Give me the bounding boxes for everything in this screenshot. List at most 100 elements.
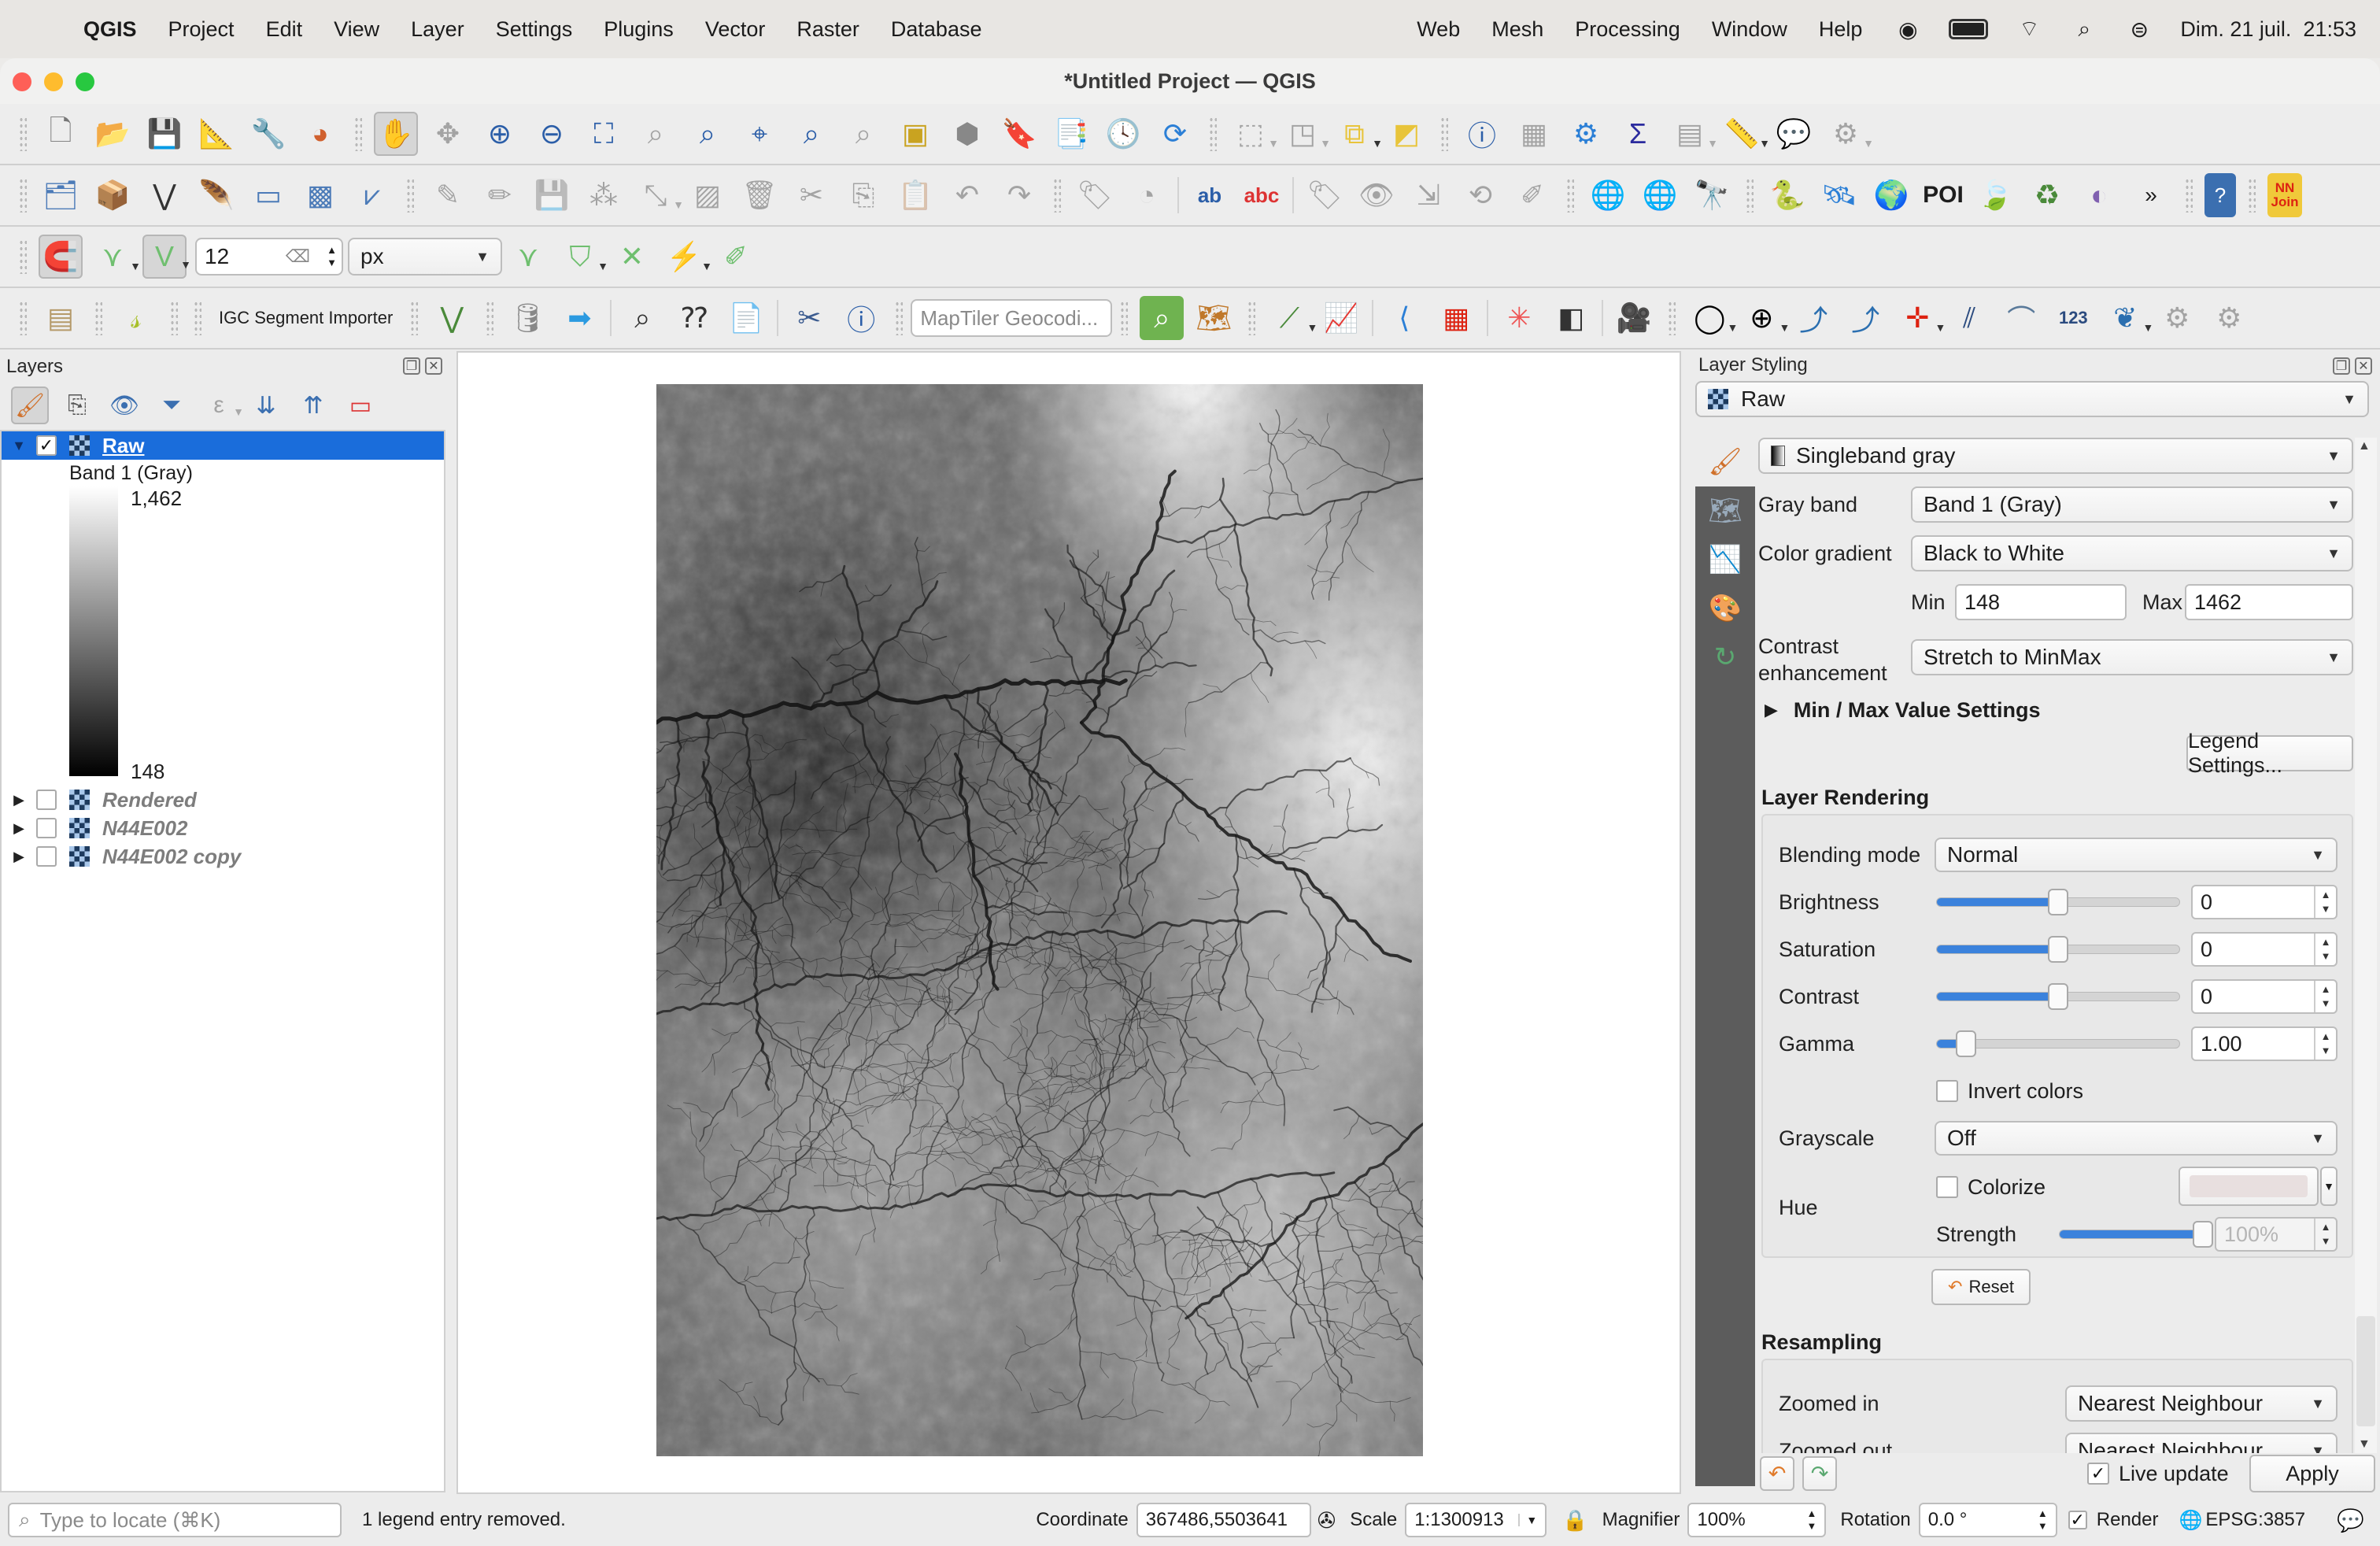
styling-vertical-scrollbar[interactable]: ▲ ▼ bbox=[2355, 438, 2377, 1453]
spin-arrows[interactable]: ▲ ▼ bbox=[2314, 886, 2336, 918]
crs-globe-icon[interactable]: 🌐 bbox=[2179, 1509, 2202, 1532]
select-by-value-icon[interactable]: ◳ ▼ bbox=[1281, 112, 1331, 156]
layer-visibility-checkbox[interactable] bbox=[36, 790, 57, 810]
battery-icon[interactable] bbox=[1949, 19, 1989, 39]
spin-arrows[interactable]: ▲ ▼ bbox=[2314, 1028, 2336, 1060]
spin-arrows[interactable]: ▲ ▼ bbox=[2314, 981, 2336, 1012]
cut-features-icon[interactable]: ✂ bbox=[789, 173, 833, 217]
zoom-full-icon[interactable]: ⛶ bbox=[582, 112, 626, 156]
current-edits-icon[interactable]: ✎ bbox=[426, 173, 470, 217]
add-feature-icon[interactable]: ⁂ bbox=[582, 173, 626, 217]
angle-tool-icon[interactable]: ⟨ bbox=[1382, 296, 1426, 340]
add-group-icon[interactable]: ⎘ bbox=[58, 386, 96, 424]
new-geopackage-layer-icon[interactable]: 📦 bbox=[91, 173, 135, 217]
brightness-slider[interactable] bbox=[1936, 889, 2180, 915]
open-layer-styling-icon[interactable]: 🖌 bbox=[11, 386, 49, 424]
zoom-to-layer-icon[interactable]: ⌕ bbox=[686, 112, 730, 156]
annotation-tools-icon[interactable]: ⚙ ▼ bbox=[1824, 112, 1874, 156]
pyramids-tab-icon[interactable]: 🎨 bbox=[1695, 584, 1755, 633]
tools-icon[interactable]: ✂ bbox=[787, 296, 831, 340]
crs-button[interactable]: EPSG:3857 bbox=[2205, 1509, 2305, 1531]
menu-raster[interactable]: Raster bbox=[796, 17, 859, 42]
snapping-units-select[interactable]: px ▼ bbox=[348, 238, 502, 276]
toggle-label-display-icon[interactable]: abc bbox=[1240, 173, 1284, 217]
layer-visibility-checkbox[interactable]: ✓ bbox=[36, 435, 57, 456]
attribute-table-icon[interactable]: ▤ ▼ bbox=[1668, 112, 1718, 156]
toolbar-grip[interactable] bbox=[406, 178, 414, 213]
new-vector-layer-icon[interactable]: ⩗ bbox=[350, 173, 394, 217]
leaf-logo-plugin-icon[interactable]: 𝓈 bbox=[114, 296, 158, 340]
layer-visibility-checkbox[interactable] bbox=[36, 846, 57, 867]
manage-map-themes-icon[interactable]: 👁 bbox=[105, 386, 143, 424]
split-line-icon[interactable]: ⫽ bbox=[1947, 296, 1991, 340]
profile-tool-icon[interactable]: 📈 bbox=[1319, 296, 1363, 340]
strength-input[interactable]: 100% ▲ ▼ bbox=[2215, 1217, 2338, 1252]
add-wms-layer-icon[interactable]: 🌐 bbox=[1586, 173, 1630, 217]
spin-arrows[interactable]: ▲ ▼ bbox=[2314, 1219, 2336, 1250]
menu-processing[interactable]: Processing bbox=[1575, 17, 1680, 42]
toolbar-grip[interactable] bbox=[19, 178, 27, 213]
osm-editor-icon[interactable]: 🗺 bbox=[1192, 296, 1236, 340]
zoom-native-resolution-icon[interactable]: ⌖ bbox=[737, 112, 782, 156]
geocoder-search-icon[interactable]: ⌕ bbox=[1140, 296, 1184, 340]
toolbar-grip[interactable] bbox=[2185, 178, 2193, 213]
avoid-overlap-icon[interactable]: ⚡ ▼ bbox=[662, 235, 712, 279]
deselect-features-icon[interactable]: ⧉ ▼ bbox=[1332, 112, 1383, 156]
legend-settings-button[interactable]: Legend Settings... bbox=[2186, 729, 2353, 777]
change-label-icon[interactable]: ✐ bbox=[1510, 173, 1554, 217]
float-panel-icon[interactable]: ❐ bbox=[403, 357, 420, 375]
help-circle-icon[interactable]: ⓘ bbox=[839, 296, 883, 340]
statistical-summary-icon[interactable]: Σ bbox=[1616, 112, 1660, 156]
layout-manager-icon[interactable]: 🔧 bbox=[246, 112, 290, 156]
menu-view[interactable]: View bbox=[334, 17, 379, 42]
slider-handle[interactable] bbox=[1955, 1030, 1976, 1057]
arrow-right-icon[interactable]: ➡ bbox=[557, 296, 601, 340]
night-map-plugin-icon[interactable]: ◐ bbox=[2077, 173, 2121, 217]
snapping-tolerance-input[interactable]: 12 ⌫ ▲ ▼ bbox=[195, 238, 343, 276]
menu-app-name[interactable]: QGIS bbox=[83, 17, 137, 42]
pdf-export-icon[interactable]: 📄 bbox=[724, 296, 768, 340]
saturation-slider[interactable] bbox=[1936, 936, 2180, 963]
close-panel-icon[interactable]: ✕ bbox=[425, 357, 442, 375]
slider-handle[interactable] bbox=[2193, 1221, 2213, 1248]
close-panel-icon[interactable]: ✕ bbox=[2355, 357, 2372, 375]
layer-name[interactable]: Rendered bbox=[102, 788, 197, 812]
checkbox-box[interactable]: ✓ bbox=[2087, 1463, 2109, 1485]
toolbar-grip[interactable] bbox=[486, 301, 494, 335]
symbology-tab-icon[interactable]: 🖌 bbox=[1695, 438, 1755, 486]
screen-record-icon[interactable]: 🎥 bbox=[1612, 296, 1656, 340]
checkbox-box[interactable] bbox=[1936, 1176, 1958, 1198]
contrast-input[interactable]: 0 ▲ ▼ bbox=[2191, 979, 2338, 1014]
processing-toolbox-icon[interactable]: ⚙ bbox=[1564, 112, 1608, 156]
menu-project[interactable]: Project bbox=[168, 17, 235, 42]
styled-layer-select[interactable]: Raw ▼ bbox=[1695, 381, 2369, 417]
colorize-color-button[interactable] bbox=[2179, 1167, 2319, 1206]
gpx-import-icon[interactable]: ⋁ bbox=[430, 296, 474, 340]
open-attribute-table-icon[interactable]: ▦ bbox=[1512, 112, 1556, 156]
vertex-tool-icon[interactable]: ⤡ ▼ bbox=[634, 173, 684, 217]
pan-to-selection-icon[interactable]: ✥ bbox=[426, 112, 470, 156]
filter-legend-icon[interactable]: ⏷ bbox=[153, 386, 190, 424]
layer-visibility-checkbox[interactable] bbox=[36, 818, 57, 838]
layer-name[interactable]: N44E002 bbox=[102, 816, 187, 841]
new-project-icon[interactable]: 🗋 bbox=[39, 112, 83, 156]
show-hide-labels-icon[interactable]: 👁 bbox=[1354, 173, 1399, 217]
crosshair-tool-icon[interactable]: ⊕ ▼ bbox=[1739, 296, 1790, 340]
toolbar-grip[interactable] bbox=[1746, 178, 1754, 213]
layer-item-raw[interactable]: ▼ ✓ Raw bbox=[2, 431, 444, 460]
menu-window[interactable]: Window bbox=[1712, 17, 1787, 42]
python-console-icon[interactable]: 🐍 bbox=[1765, 173, 1809, 217]
reset-rendering-button[interactable]: ↶ Reset bbox=[1931, 1269, 2031, 1305]
terrain-plugin-icon[interactable]: ▤ bbox=[39, 296, 83, 340]
zoomed-in-resampling-select[interactable]: Nearest Neighbour ▼ bbox=[2065, 1385, 2338, 1422]
locator-search-input[interactable]: ⌕ Type to locate (⌘K) bbox=[8, 1503, 342, 1537]
menu-help[interactable]: Help bbox=[1819, 17, 1863, 42]
messages-icon[interactable]: 💬 bbox=[2337, 1507, 2364, 1533]
toolbar-grip[interactable] bbox=[1668, 301, 1676, 335]
poi-plugin-button[interactable]: POI bbox=[1921, 173, 1965, 217]
wifi-icon[interactable]: ⌔ bbox=[2015, 15, 2043, 43]
pin-labels-icon[interactable]: 🏷 bbox=[1303, 173, 1347, 217]
diagram-options-icon[interactable]: ◔ bbox=[1125, 173, 1169, 217]
snapping-layers-icon[interactable]: ⋎ ▼ bbox=[91, 235, 141, 279]
menu-layer[interactable]: Layer bbox=[411, 17, 464, 42]
